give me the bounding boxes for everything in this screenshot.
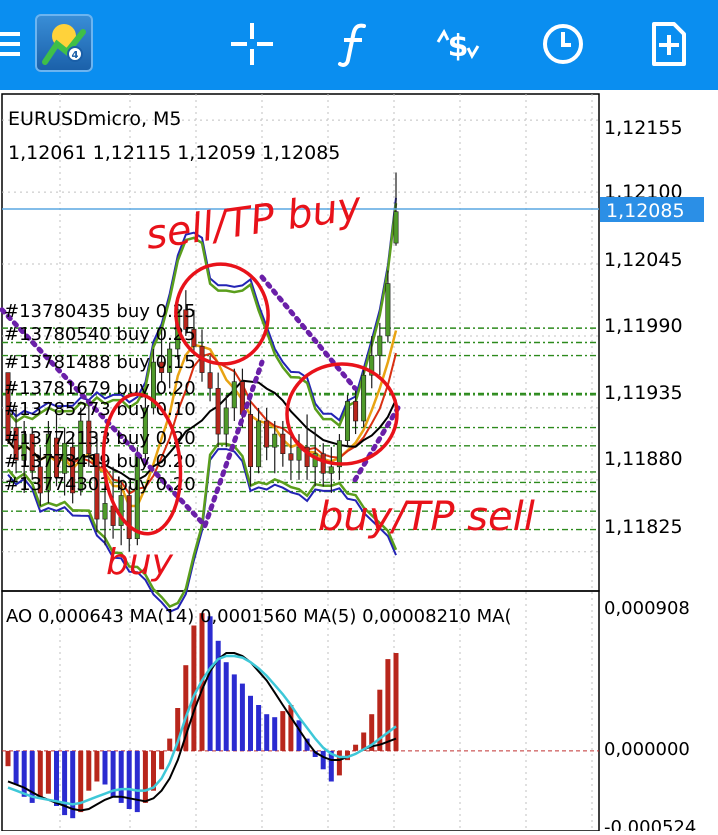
- svg-text:4: 4: [72, 50, 79, 61]
- candle-body: [280, 433, 286, 455]
- ao-bar: [5, 750, 11, 767]
- price-tick: 1,11990: [604, 315, 683, 337]
- candle-body: [126, 495, 132, 540]
- ao-bar: [264, 714, 270, 751]
- candle-body: [264, 420, 270, 448]
- ao-bar: [45, 750, 51, 794]
- price-chart[interactable]: EURUSDmicro, M5 1,12061 1,12115 1,12059 …: [0, 92, 718, 835]
- annotation-buy: buy: [106, 542, 174, 583]
- candle-body: [272, 433, 278, 448]
- candle-body: [207, 372, 213, 389]
- current-price-label: 1,12085: [606, 200, 685, 222]
- indicator-frame: [1, 590, 600, 832]
- price-tick: 1,11825: [604, 516, 683, 538]
- ao-bar: [320, 750, 326, 770]
- price-tick: 1,12045: [604, 249, 683, 271]
- order-label: #13781679 buy 0.20: [4, 378, 196, 399]
- svg-text:$: $: [448, 29, 469, 64]
- history-icon[interactable]: [535, 16, 591, 72]
- trend-line: [259, 274, 358, 391]
- price-tick: 1,11935: [604, 382, 683, 404]
- candle-body: [256, 420, 262, 468]
- ao-bar: [37, 750, 43, 797]
- ao-bar: [86, 750, 92, 791]
- price-tick: 1,12155: [604, 117, 683, 139]
- ao-bar: [280, 711, 286, 751]
- ohlc-label: 1,12061 1,12115 1,12059 1,12085: [8, 142, 340, 164]
- candle-body: [215, 387, 221, 435]
- ao-bar: [159, 750, 165, 770]
- annotation-buy-tp-sell: buy/TP sell: [318, 494, 535, 540]
- ao-bar: [248, 695, 253, 751]
- ao-bar: [231, 674, 237, 751]
- candle-body: [344, 401, 350, 441]
- ao-bar: [385, 659, 391, 751]
- crosshair-icon[interactable]: [224, 16, 280, 72]
- ao-bar: [288, 705, 294, 751]
- indicator-label: AO 0,000643 MA(14) 0,0001560 MA(5) 0,000…: [6, 606, 512, 627]
- candle-body: [288, 453, 294, 461]
- order-label: #13774301 buy 0.20: [4, 474, 196, 495]
- menu-icon[interactable]: [0, 16, 38, 72]
- ao-bar: [126, 750, 132, 809]
- indicator-tick: -0,000524: [604, 817, 696, 831]
- indicator-tick: 0,000908: [604, 598, 690, 619]
- ao-bar: [134, 750, 140, 813]
- candle-body: [393, 211, 399, 244]
- ao-bar: [272, 717, 278, 751]
- candle-body: [248, 414, 254, 467]
- order-label: #13780435 buy 0.25: [4, 301, 196, 322]
- candle-body: [353, 401, 359, 422]
- ao-bar: [353, 744, 359, 751]
- ao-bar: [13, 750, 19, 785]
- ao-bar: [142, 750, 148, 803]
- ao-bar: [54, 750, 59, 806]
- top-toolbar: 4 $: [0, 0, 718, 90]
- ao-bar: [296, 720, 302, 751]
- order-label: #13773419 buy 0.20: [4, 451, 196, 472]
- candle-body: [223, 407, 229, 435]
- ao-bar: [207, 616, 213, 751]
- candle-body: [361, 374, 367, 422]
- ao-bar: [94, 750, 100, 782]
- ao-bar: [256, 705, 262, 751]
- ao-bar: [336, 750, 342, 776]
- candle-body: [377, 335, 383, 356]
- ao-bar: [377, 689, 383, 751]
- order-label: #13780540 buy 0.25: [4, 324, 196, 345]
- candle-body: [231, 381, 237, 409]
- app-logo-icon[interactable]: 4: [35, 14, 93, 72]
- trade-icon[interactable]: $: [430, 16, 486, 72]
- ao-bar: [223, 662, 229, 751]
- candle-body: [102, 503, 108, 520]
- annotation-sell-tp-buy: sell/TP buy: [143, 183, 365, 259]
- candle-body: [328, 466, 334, 474]
- chart-panel[interactable]: EURUSDmicro, M5 1,12061 1,12115 1,12059 …: [0, 92, 718, 835]
- ao-bar: [118, 750, 124, 803]
- function-icon[interactable]: [326, 16, 382, 72]
- price-axis: 1,12155 1,12100 1,12045 1,11990 1,11935 …: [604, 117, 683, 538]
- ao-bar: [21, 750, 27, 797]
- ao-bar: [239, 683, 245, 751]
- order-label: #13772133 buy 0.20: [4, 428, 196, 449]
- symbol-label: EURUSDmicro, M5: [8, 108, 182, 130]
- ao-bar: [102, 750, 108, 785]
- candle-body: [385, 283, 391, 337]
- indicator-tick: 0,000000: [604, 739, 690, 760]
- ao-bar: [191, 625, 197, 751]
- candle-body: [239, 381, 245, 415]
- price-tick: 1,11880: [604, 448, 683, 470]
- ao-bar: [393, 653, 399, 751]
- candle-body: [320, 453, 326, 474]
- order-label: #13781488 buy 0.15: [4, 352, 196, 373]
- new-order-icon[interactable]: [640, 16, 696, 72]
- ao-bar: [167, 738, 173, 751]
